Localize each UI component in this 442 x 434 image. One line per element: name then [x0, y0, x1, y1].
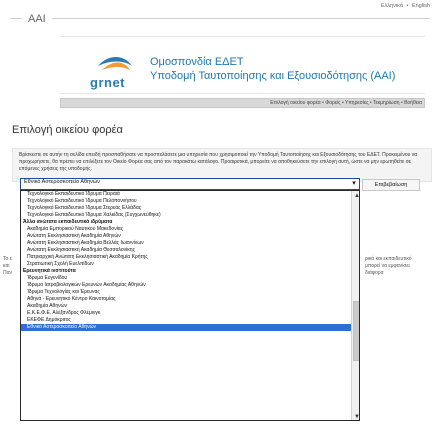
scroll-up-icon[interactable]: ▲ [352, 191, 359, 201]
organization-option[interactable]: Ίδρυμα Ευγενίδου [21, 275, 351, 282]
description-text: Βρίσκεστε σε αυτήν τη σελίδα επειδή προσ… [19, 152, 418, 172]
obscured-right-line-1: ρικό και εκπαιδευτικό [365, 256, 412, 262]
lang-el-link[interactable]: Ελληνικά [381, 3, 403, 9]
lang-separator: • [406, 3, 409, 9]
header-title-line-1: Ομοσπονδία ΕΔΕΤ [150, 56, 244, 68]
organization-option[interactable]: Τεχνολογικό Εκπαιδευτικό Ίδρυμα Πειραιά [21, 191, 351, 198]
aai-label: AAI [22, 13, 52, 25]
organization-option[interactable]: Τεχνολογικό Εκπαιδευτικό Ίδρυμα Στερεάς … [21, 205, 351, 212]
language-switcher: Ελληνικά • English [379, 3, 430, 9]
organization-option[interactable]: Ε.Κ.Ε.Φ.Ε. Αλέξανδρος Φλέμινγκ [21, 310, 351, 317]
organization-option[interactable]: Αθηνά - Ερευνητικό Κέντρο Καινοτομίας [21, 296, 351, 303]
option-group-label: Ερευνητικά ινστιτούτα [23, 268, 76, 274]
obscured-text-right: ρικό και εκπαιδευτικό μπορεί να εμφανίσε… [365, 256, 425, 277]
aai-divider [10, 18, 430, 19]
organization-option[interactable]: Εθνικό Αστεροσκοπείο Αθηνών [21, 324, 351, 331]
nav-links[interactable]: Επιλογή οικείου φορέα • Φορείς • Υπηρεσί… [270, 100, 422, 106]
obscured-right-line-2: μπορεί να εμφανίσει διάφορα [365, 263, 410, 276]
chevron-down-icon[interactable]: ▾ [349, 179, 359, 189]
organization-option[interactable]: Τεχνολογικό Εκπαιδευτικό Ίδρυμα Χαλκίδας… [21, 212, 351, 219]
organization-option[interactable]: Ανώτατη Εκκλησιαστική Ακαδημία Θεσσαλονί… [21, 247, 351, 254]
organization-option[interactable]: Ίδρυμα Τεχνολογίας και Έρευνας [21, 289, 351, 296]
organization-dropdown[interactable]: Τεχνολογικό Εκπαιδευτικό Ίδρυμα Πειραιά Τ… [20, 190, 360, 421]
organization-option[interactable]: ΕΚΕΦΕ Δημόκριτος [21, 317, 351, 324]
organization-option[interactable]: Ανώτατη Εκκλησιαστική Ακαδημία Αθηνών [21, 233, 351, 240]
confirm-button[interactable]: Επιβεβαίωση [362, 179, 420, 191]
organization-option[interactable]: Ανώτατη Εκκλησιαστική Ακαδημία Βελλάς Ιω… [21, 240, 351, 247]
grnet-wordmark: grnet [90, 75, 125, 90]
dropdown-scrollbar[interactable]: ▲ ▼ [351, 191, 359, 420]
page-title: Επιλογή οικείου φορέα [12, 124, 123, 136]
organization-option[interactable]: Τεχνολογικό Εκπαιδευτικό Ίδρυμα Πελοπονν… [21, 198, 351, 205]
organization-option[interactable]: Στρατιωτική Σχολή Ευελπίδων [21, 261, 351, 268]
scrollbar-thumb[interactable] [353, 301, 359, 361]
organization-option-list: Τεχνολογικό Εκπαιδευτικό Ίδρυμα Πειραιά Τ… [21, 191, 351, 420]
organization-option[interactable]: Ίδρυμα Ιατροβιολογικών Ερευνών Ακαδημίας… [21, 282, 351, 289]
organization-option[interactable]: Πατριαρχική Ανώτατη Εκκλησιαστική Ακαδημ… [21, 254, 351, 261]
home-organization-select-value: Εθνικό Αστεροσκοπείο Αθηνών [24, 179, 100, 185]
scroll-down-icon[interactable]: ▼ [352, 412, 359, 420]
organization-option[interactable]: Ακαδημία Εμπορικού Ναυτικού Μακεδονίας [21, 226, 351, 233]
lang-en-link[interactable]: English [412, 3, 430, 9]
organization-option[interactable]: Ακαδημία Αθηνών [21, 303, 351, 310]
option-group-label: Άλλα ανώτατα εκπαιδευτικά ιδρύματα [23, 219, 113, 225]
header-title-line-2: Υποδομή Ταυτοποίησης και Εξουσιοδότησης … [150, 70, 396, 82]
